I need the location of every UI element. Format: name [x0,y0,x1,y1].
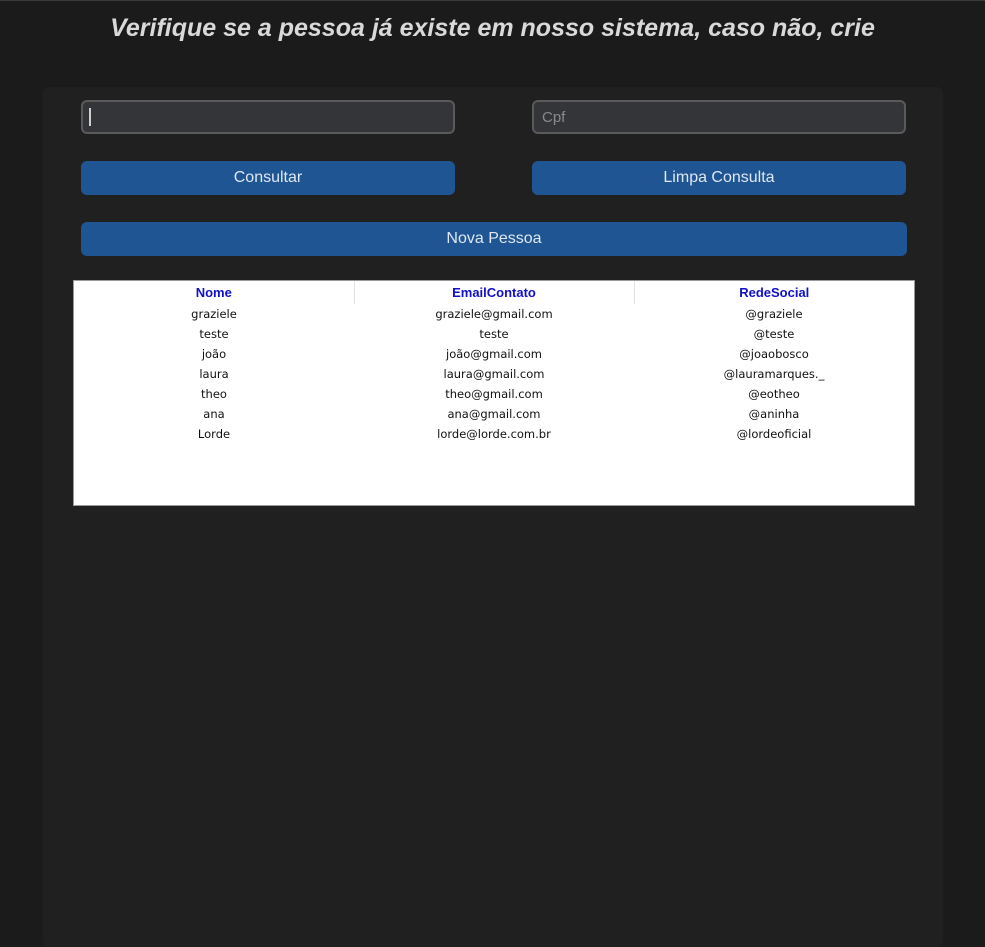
column-header-email[interactable]: EmailContato [354,281,635,304]
nova-pessoa-button[interactable]: Nova Pessoa [81,222,907,256]
cell-rede-social: @joaobosco [739,347,809,361]
cell-email: joão@gmail.com [446,347,542,361]
cell-email: ana@gmail.com [447,407,541,421]
cell-nome: teste [199,327,229,341]
cell-email: lorde@lorde.com.br [437,427,551,441]
cell-email: laura@gmail.com [443,367,545,381]
cell-nome: joão [201,347,227,361]
cell-nome: graziele [191,307,237,321]
column-header-rede-social[interactable]: RedeSocial [634,281,914,304]
cell-email: graziele@gmail.com [435,307,553,321]
cell-nome: theo [201,387,227,401]
cpf-input[interactable] [532,100,906,134]
text-caret [89,108,91,126]
name-input[interactable] [81,100,455,134]
table-header-row: Nome EmailContato RedeSocial [74,281,914,304]
cell-nome: ana [203,407,225,421]
results-grid: Nome EmailContato RedeSocial graziele gr… [73,280,915,506]
cell-nome: Lorde [197,427,231,441]
column-header-nome[interactable]: Nome [74,281,355,304]
page-title: Verifique se a pessoa já existe em nosso… [110,14,875,42]
table-row[interactable]: joão joão@gmail.com @joaobosco [74,344,914,364]
consultar-button[interactable]: Consultar [81,161,455,195]
cell-nome: laura [199,367,229,381]
table-row[interactable]: theo theo@gmail.com @eotheo [74,384,914,404]
limpa-consulta-button[interactable]: Limpa Consulta [532,161,906,195]
cell-rede-social: @graziele [745,307,803,321]
cell-rede-social: @eotheo [748,387,800,401]
cell-rede-social: @aninha [748,407,800,421]
table-row[interactable]: laura laura@gmail.com @lauramarques._ [74,364,914,384]
table-row[interactable]: Lorde lorde@lorde.com.br @lordeoficial [74,424,914,444]
cell-email: theo@gmail.com [445,387,543,401]
cell-rede-social: @lordeoficial [736,427,812,441]
top-border [0,0,985,1]
form-panel [43,87,943,947]
cell-rede-social: @teste [753,327,795,341]
table-row[interactable]: graziele graziele@gmail.com @graziele [74,304,914,324]
table-row[interactable]: ana ana@gmail.com @aninha [74,404,914,424]
table-row[interactable]: teste teste @teste [74,324,914,344]
cell-email: teste [479,327,509,341]
cell-rede-social: @lauramarques._ [723,367,825,381]
results-table: Nome EmailContato RedeSocial graziele gr… [74,281,914,444]
